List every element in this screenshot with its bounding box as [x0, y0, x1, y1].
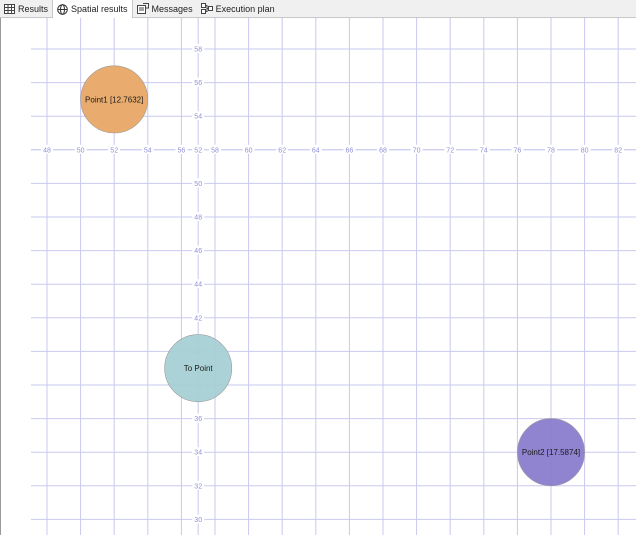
y-tick-label: 50 [194, 181, 202, 188]
y-tick-label: 48 [194, 215, 202, 222]
y-tick-label: 32 [194, 483, 202, 490]
tab-execution-plan-label: Execution plan [215, 3, 275, 14]
x-tick-label: 54 [144, 147, 152, 154]
y-tick-label: 34 [194, 450, 202, 457]
tab-results[interactable]: Results [0, 0, 52, 17]
tab-spatial-results[interactable]: Spatial results [52, 0, 133, 18]
spatial-point-label: To Point [184, 364, 214, 373]
spatial-map[interactable]: 48 50 52 54 56 58 60 62 64 66 68 70 72 74 76 78 80 82 58 56… [1, 18, 636, 535]
x-tick-label: 74 [480, 147, 488, 154]
x-tick-label: 68 [379, 147, 387, 154]
x-tick-label: 50 [77, 147, 85, 154]
x-tick-label: 60 [245, 147, 253, 154]
y-tick-label: 52 [194, 147, 202, 154]
y-tick-label: 36 [194, 416, 202, 423]
spatial-point-label: Point2 [17.5874] [522, 448, 580, 457]
x-tick-label: 72 [446, 147, 454, 154]
tab-messages[interactable]: Messages [133, 0, 197, 17]
y-tick-label: 30 [194, 517, 202, 524]
y-tick-label: 56 [194, 80, 202, 87]
spatial-results-pane[interactable]: 48 50 52 54 56 58 60 62 64 66 68 70 72 74 76 78 80 82 58 56… [0, 18, 636, 535]
x-tick-label: 66 [346, 147, 354, 154]
x-tick-label: 70 [413, 147, 421, 154]
messages-icon [136, 3, 149, 14]
x-tick-label: 78 [547, 147, 555, 154]
x-tick-label: 48 [43, 147, 51, 154]
result-tabs: Results Spatial results Messages Executi… [0, 0, 636, 18]
x-tick-label: 52 [110, 147, 118, 154]
x-tick-label: 56 [178, 147, 186, 154]
execution-plan-icon [200, 3, 213, 14]
tab-spatial-results-label: Spatial results [71, 4, 128, 14]
y-tick-label: 54 [194, 114, 202, 121]
x-tick-label: 58 [211, 147, 219, 154]
tab-messages-label: Messages [151, 3, 193, 14]
y-tick-label: 42 [194, 315, 202, 322]
spatial-point-label: Point1 [12.7632] [85, 95, 143, 104]
tab-results-label: Results [18, 3, 49, 14]
y-tick-label: 44 [194, 282, 202, 289]
tab-execution-plan[interactable]: Execution plan [197, 0, 279, 17]
x-tick-label: 82 [614, 147, 622, 154]
x-tick-label: 62 [278, 147, 286, 154]
y-tick-label: 58 [194, 47, 202, 54]
x-tick-label: 76 [514, 147, 522, 154]
globe-icon [57, 3, 68, 15]
grid-icon [4, 3, 15, 14]
x-tick-label: 64 [312, 147, 320, 154]
x-tick-label: 80 [581, 147, 589, 154]
y-tick-label: 46 [194, 248, 202, 255]
